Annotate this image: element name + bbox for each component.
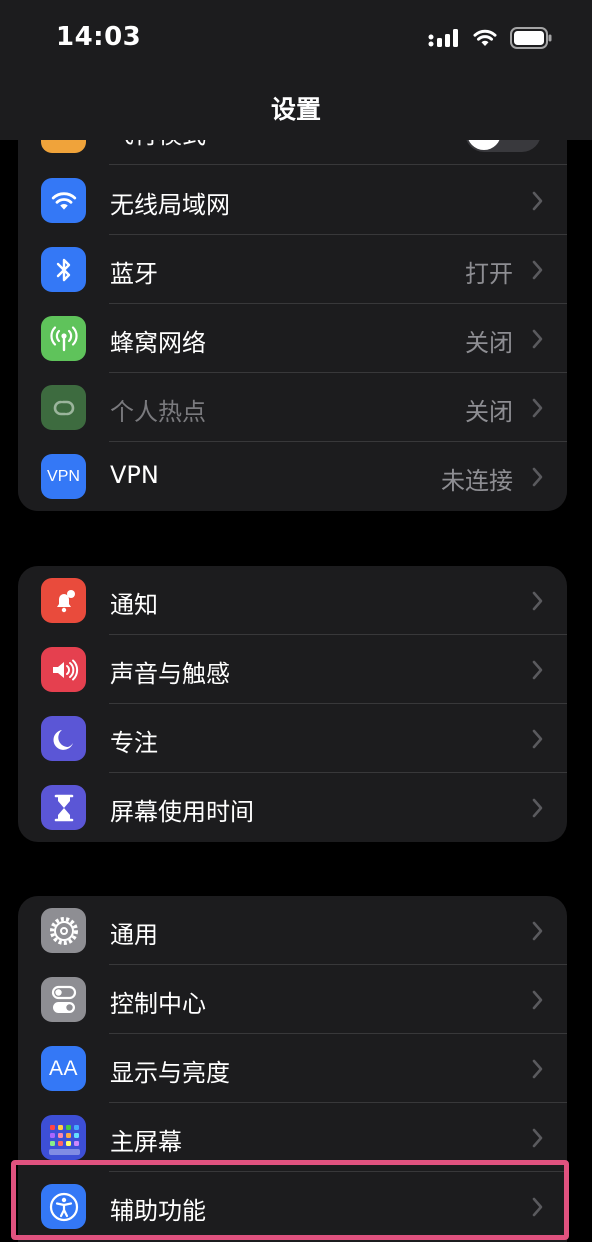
settings-row-label: 辅助功能 — [110, 1197, 206, 1225]
chevron-right-icon — [532, 260, 543, 280]
settings-row-display[interactable]: AA 显示与亮度 — [18, 1034, 567, 1103]
settings-row-screen-time[interactable]: 屏幕使用时间 — [18, 773, 567, 842]
settings-row-general[interactable]: 通用 — [18, 896, 567, 965]
settings-row-label: VPN — [110, 461, 159, 489]
chevron-right-icon — [532, 329, 543, 349]
chevron-right-icon — [532, 398, 543, 418]
settings-group-notifications: 通知 声音与触感 专注 屏幕使用时间 — [18, 566, 567, 842]
settings-group-general: 通用 控制中心 AA 显示与亮度 主屏幕 辅助功能 — [18, 896, 567, 1242]
cellular-signal-icon — [428, 29, 458, 47]
settings-row-label: 蜂窝网络 — [110, 329, 206, 357]
settings-row-value: 关闭 — [465, 398, 513, 426]
chevron-right-icon — [532, 729, 543, 749]
status-icons — [428, 27, 552, 49]
settings-row-label: 个人热点 — [110, 398, 206, 426]
settings-row-label: 控制中心 — [110, 990, 206, 1018]
settings-row-label: 主屏幕 — [110, 1128, 182, 1156]
settings-row-label: 通知 — [110, 591, 158, 619]
settings-row-home-screen[interactable]: 主屏幕 — [18, 1103, 567, 1172]
chevron-right-icon — [532, 467, 543, 487]
settings-row-value: 关闭 — [465, 329, 513, 357]
settings-row-vpn[interactable]: VPN VPN 未连接 — [18, 442, 567, 511]
text-size-icon: AA — [41, 1046, 86, 1091]
hotspot-link-icon — [41, 385, 86, 430]
chevron-right-icon — [532, 191, 543, 211]
chevron-right-icon — [532, 591, 543, 611]
settings-row-wifi[interactable]: 无线局域网 — [18, 166, 567, 235]
wifi-status-icon — [473, 29, 497, 46]
settings-row-hotspot[interactable]: 个人热点 关闭 — [18, 373, 567, 442]
settings-row-control-center[interactable]: 控制中心 — [18, 965, 567, 1034]
gear-icon — [41, 908, 86, 953]
chevron-right-icon — [532, 1059, 543, 1079]
settings-row-sounds[interactable]: 声音与触感 — [18, 635, 567, 704]
accessibility-icon — [41, 1184, 86, 1229]
settings-row-value: 未连接 — [441, 467, 513, 495]
vpn-icon-text: VPN — [47, 467, 80, 485]
settings-row-notifications[interactable]: 通知 — [18, 566, 567, 635]
status-time: 14:03 — [56, 22, 142, 52]
settings-row-accessibility[interactable]: 辅助功能 — [18, 1172, 567, 1241]
settings-row-label: 无线局域网 — [110, 191, 230, 219]
battery-icon — [510, 27, 552, 49]
hourglass-icon — [41, 785, 86, 830]
chevron-right-icon — [532, 1197, 543, 1217]
navigation-bar: 设置 — [0, 80, 592, 140]
chevron-right-icon — [532, 1128, 543, 1148]
display-icon-text: AA — [48, 1056, 78, 1080]
settings-row-bluetooth[interactable]: 蓝牙 打开 — [18, 235, 567, 304]
chevron-right-icon — [532, 660, 543, 680]
speaker-icon — [41, 647, 86, 692]
chevron-right-icon — [532, 990, 543, 1010]
settings-row-label: 专注 — [110, 729, 158, 757]
cellular-antenna-icon — [41, 316, 86, 361]
settings-row-focus[interactable]: 专注 — [18, 704, 567, 773]
settings-row-label: 屏幕使用时间 — [110, 798, 254, 826]
settings-row-cellular[interactable]: 蜂窝网络 关闭 — [18, 304, 567, 373]
settings-row-label: 显示与亮度 — [110, 1059, 230, 1087]
settings-row-label: 通用 — [110, 921, 158, 949]
status-bar: 14:03 — [0, 0, 592, 80]
chevron-right-icon — [532, 798, 543, 818]
app-grid-icon — [41, 1115, 86, 1160]
vpn-icon: VPN — [41, 454, 86, 499]
moon-icon — [41, 716, 86, 761]
page-title: 设置 — [270, 95, 321, 124]
toggles-icon — [41, 977, 86, 1022]
chevron-right-icon — [532, 921, 543, 941]
bluetooth-icon — [41, 247, 86, 292]
wifi-icon — [41, 178, 86, 223]
settings-group-network: 无线局域网 蓝牙 打开 蜂窝网络 关闭 个人热点 关闭 VPN VPN 未连接 — [18, 166, 567, 511]
settings-row-label: 声音与触感 — [110, 660, 230, 688]
notifications-bell-icon — [41, 578, 86, 623]
settings-row-value: 打开 — [465, 260, 513, 288]
settings-row-label: 蓝牙 — [110, 260, 158, 288]
